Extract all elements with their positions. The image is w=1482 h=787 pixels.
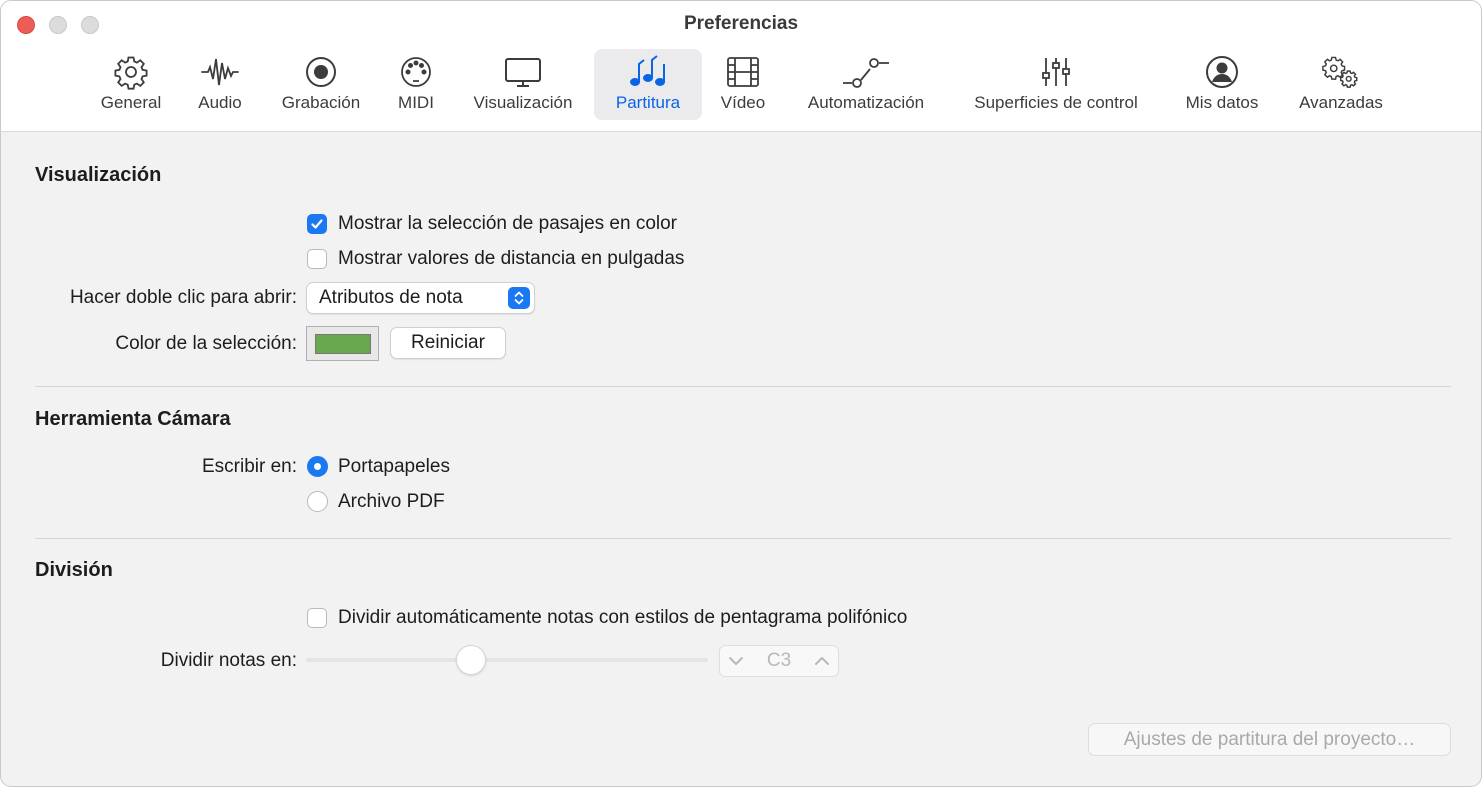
slider-track bbox=[306, 658, 708, 662]
show-distance-inches-label: Mostrar valores de distancia en pulgadas bbox=[338, 248, 685, 269]
show-selection-color-checkbox[interactable] bbox=[307, 214, 327, 234]
tab-video[interactable]: Vídeo bbox=[712, 49, 774, 120]
pdf-file-radio[interactable] bbox=[307, 491, 328, 512]
tab-automatizacion-label: Automatización bbox=[807, 93, 925, 112]
auto-split-checkbox[interactable] bbox=[307, 608, 327, 628]
selection-color-swatch bbox=[315, 334, 371, 354]
display-icon bbox=[503, 52, 543, 92]
show-selection-color-label: Mostrar la selección de pasajes en color bbox=[338, 213, 678, 234]
gear-icon bbox=[111, 52, 151, 92]
section-divider bbox=[35, 538, 1451, 539]
project-score-settings-button[interactable]: Ajustes de partitura del proyecto… bbox=[1088, 723, 1451, 756]
clipboard-radio-label: Portapapeles bbox=[338, 456, 450, 477]
waveform-icon bbox=[200, 52, 240, 92]
double-click-popup[interactable]: Atributos de nota bbox=[306, 282, 535, 314]
split-note-value: C3 bbox=[766, 650, 792, 671]
tab-midi[interactable]: MIDI bbox=[389, 49, 443, 120]
tab-video-label: Vídeo bbox=[720, 93, 766, 112]
film-icon bbox=[723, 52, 763, 92]
chevron-down-icon[interactable] bbox=[728, 650, 744, 672]
split-notes-label: Dividir notas en: bbox=[160, 650, 297, 671]
tab-avanzadas[interactable]: Avanzadas bbox=[1289, 49, 1393, 120]
tab-audio[interactable]: Audio bbox=[189, 49, 251, 120]
double-click-value: Atributos de nota bbox=[319, 287, 463, 308]
tab-grabacion-label: Grabación bbox=[281, 93, 361, 112]
music-notes-icon bbox=[628, 52, 668, 92]
sliders-icon bbox=[1036, 52, 1076, 92]
selection-color-well[interactable] bbox=[306, 326, 379, 361]
split-note-stepper[interactable]: C3 bbox=[719, 645, 839, 677]
tab-automatizacion[interactable]: Automatización bbox=[794, 49, 938, 120]
auto-split-label: Dividir automáticamente notas con estilo… bbox=[338, 607, 908, 628]
reset-color-button[interactable]: Reiniciar bbox=[390, 327, 506, 359]
slider-knob[interactable] bbox=[456, 645, 486, 675]
tab-superficies-de-control[interactable]: Superficies de control bbox=[957, 49, 1155, 120]
pdf-file-radio-label: Archivo PDF bbox=[338, 491, 445, 512]
tab-general[interactable]: General bbox=[92, 49, 170, 120]
tab-visualizacion[interactable]: Visualización bbox=[461, 49, 585, 120]
person-icon bbox=[1202, 52, 1242, 92]
chevron-up-icon[interactable] bbox=[814, 650, 830, 672]
section-divider bbox=[35, 386, 1451, 387]
window-title: Preferencias bbox=[683, 13, 799, 34]
automation-curve-icon bbox=[836, 52, 896, 92]
tab-avanzadas-label: Avanzadas bbox=[1299, 93, 1383, 112]
title-bar: Preferencias General Audio Grabación MID… bbox=[1, 1, 1481, 132]
selection-color-label: Color de la selección: bbox=[115, 333, 297, 354]
section-visualizacion-heading: Visualización bbox=[35, 164, 162, 186]
tab-partitura[interactable]: Partitura bbox=[594, 49, 702, 120]
midi-port-icon bbox=[396, 52, 436, 92]
tab-mis-datos-label: Mis datos bbox=[1185, 93, 1259, 112]
tab-visualizacion-label: Visualización bbox=[473, 93, 573, 112]
checkmark-icon bbox=[311, 219, 323, 229]
section-camara-heading: Herramienta Cámara bbox=[35, 408, 231, 430]
split-point-slider[interactable] bbox=[306, 644, 708, 676]
partitura-pane: Visualización Mostrar la selección de pa… bbox=[1, 132, 1481, 786]
tab-midi-label: MIDI bbox=[398, 93, 434, 112]
section-division-heading: División bbox=[35, 559, 113, 581]
clipboard-radio[interactable] bbox=[307, 456, 328, 477]
popup-chevron-icon bbox=[508, 287, 530, 309]
tab-superficies-label: Superficies de control bbox=[974, 93, 1138, 112]
write-to-label: Escribir en: bbox=[201, 456, 297, 477]
tab-general-label: General bbox=[100, 93, 162, 112]
gears-icon bbox=[1321, 52, 1361, 92]
tab-audio-label: Audio bbox=[198, 93, 242, 112]
preferences-window: Preferencias General Audio Grabación MID… bbox=[0, 0, 1482, 787]
record-icon bbox=[301, 52, 341, 92]
tab-partitura-label: Partitura bbox=[615, 93, 681, 112]
show-distance-inches-checkbox[interactable] bbox=[307, 249, 327, 269]
tab-mis-datos[interactable]: Mis datos bbox=[1174, 49, 1270, 120]
tab-grabacion[interactable]: Grabación bbox=[271, 49, 371, 120]
double-click-label: Hacer doble clic para abrir: bbox=[69, 287, 297, 308]
